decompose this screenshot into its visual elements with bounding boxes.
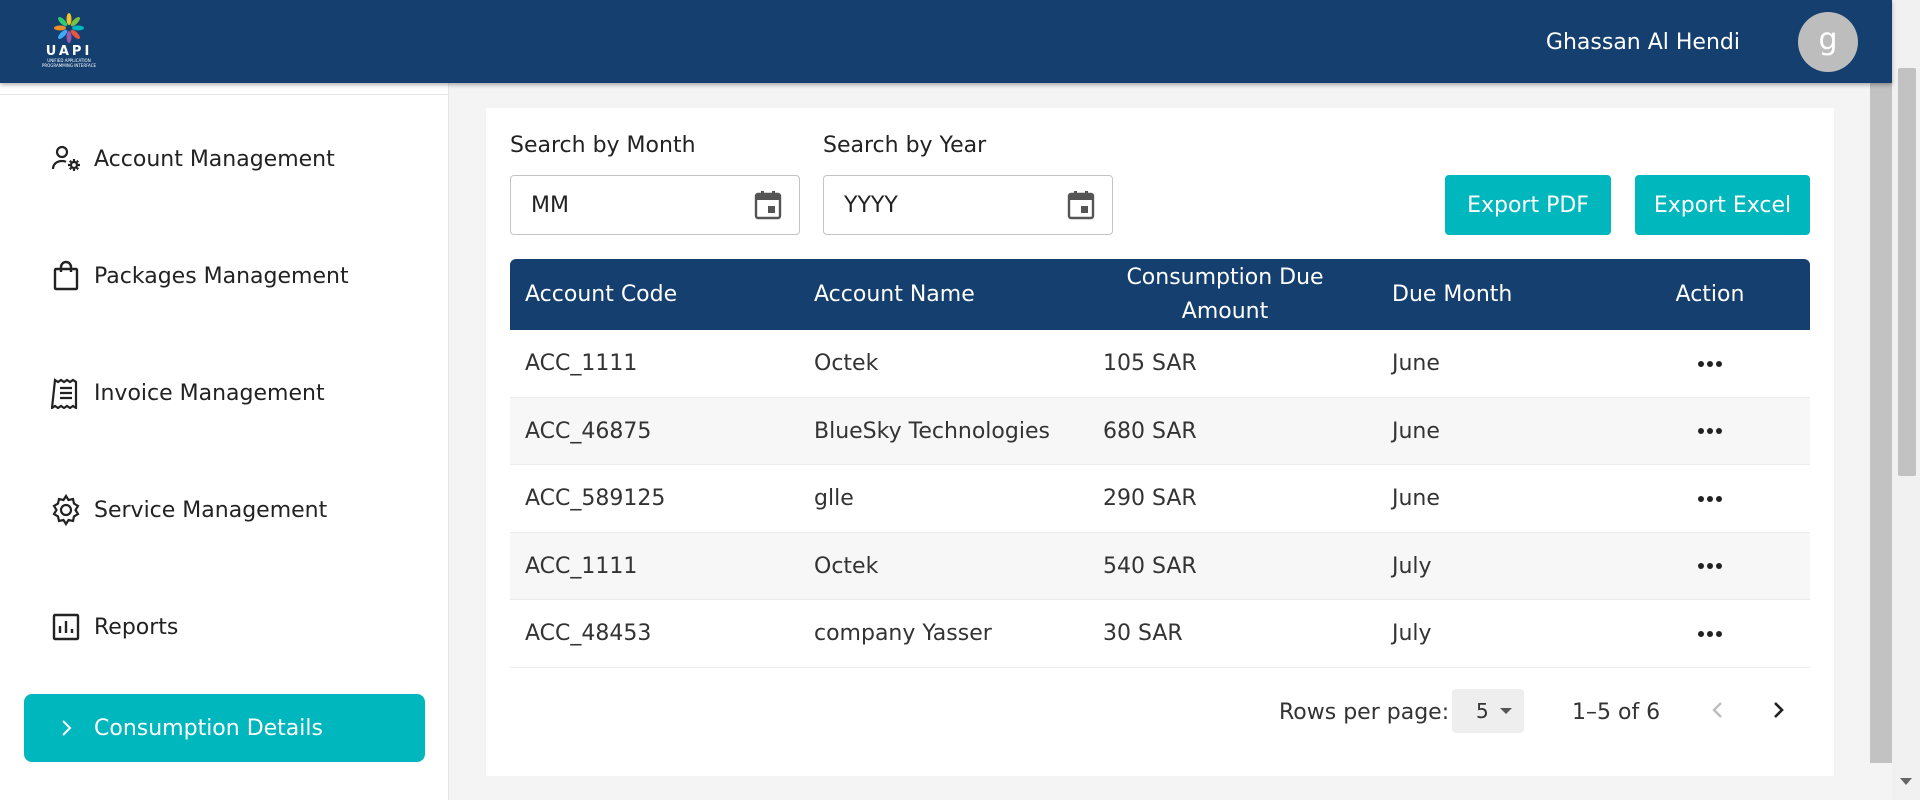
sidebar-item-label: Service Management xyxy=(94,497,328,523)
more-horizontal-icon[interactable] xyxy=(1698,428,1722,435)
shopping-bag-icon xyxy=(49,259,83,293)
table-row[interactable]: ACC_589125 glle 290 SAR June xyxy=(510,465,1810,533)
gear-icon xyxy=(49,493,83,527)
chevron-right-icon xyxy=(49,711,83,745)
sidebar-item-consumption-details[interactable]: Consumption Details xyxy=(24,694,425,762)
consumption-table: Account Code Account Name Consumption Du… xyxy=(510,259,1810,668)
export-excel-button[interactable]: Export Excel xyxy=(1635,175,1810,235)
column-header-due-month[interactable]: Due Month xyxy=(1392,259,1512,330)
bar-chart-icon xyxy=(49,610,83,644)
app-header: UAPI UNIFIED APPLICATION PROGRAMMING INT… xyxy=(0,0,1892,83)
column-header-action: Action xyxy=(1675,281,1745,307)
sidebar-item-packages-management[interactable]: Packages Management xyxy=(24,242,425,310)
table-row[interactable]: ACC_1111 Octek 105 SAR June xyxy=(510,330,1810,398)
cell-account-code: ACC_589125 xyxy=(525,486,666,512)
cell-due-month: June xyxy=(1392,351,1440,376)
rows-per-page-select[interactable]: 5 xyxy=(1452,689,1524,733)
cell-due-month: July xyxy=(1392,553,1432,579)
month-filter-label: Search by Month xyxy=(510,133,696,158)
row-actions-button[interactable] xyxy=(1680,600,1740,667)
cell-amount: 540 SAR xyxy=(1103,553,1197,579)
logo-tagline: UNIFIED APPLICATION PROGRAMMING INTERFAC… xyxy=(41,58,97,68)
month-input[interactable]: MM xyxy=(510,175,800,235)
cell-account-name: BlueSky Technologies xyxy=(814,418,1050,444)
cell-amount: 30 SAR xyxy=(1103,621,1183,647)
more-horizontal-icon[interactable] xyxy=(1698,563,1722,570)
sidebar-item-label: Consumption Details xyxy=(94,715,323,741)
user-gear-icon xyxy=(49,142,83,176)
cell-due-month: June xyxy=(1392,486,1440,512)
cell-amount: 290 SAR xyxy=(1103,486,1197,512)
cell-account-name: Octek xyxy=(814,351,879,376)
table-row[interactable]: ACC_48453 company Yasser 30 SAR July xyxy=(510,600,1810,668)
caret-down-icon xyxy=(1500,708,1512,714)
scroll-down-arrow-icon[interactable] xyxy=(1900,778,1912,785)
year-placeholder: YYYY xyxy=(844,193,898,218)
table-row[interactable]: ACC_46875 BlueSky Technologies 680 SAR J… xyxy=(510,397,1810,466)
pagination-range: 1–5 of 6 xyxy=(1572,700,1661,725)
cell-account-name: company Yasser xyxy=(814,621,992,647)
cell-amount: 680 SAR xyxy=(1103,418,1197,444)
column-header-consumption-amount[interactable]: Consumption Due Amount xyxy=(1110,259,1340,330)
next-page-icon[interactable] xyxy=(1764,696,1792,724)
sidebar-item-account-management[interactable]: Account Management xyxy=(24,125,425,193)
cell-account-code: ACC_1111 xyxy=(525,351,638,376)
user-name[interactable]: Ghassan Al Hendi xyxy=(1546,30,1740,55)
sidebar-item-label: Reports xyxy=(94,614,179,640)
sidebar-item-label: Packages Management xyxy=(94,263,349,289)
content-scrollbar[interactable] xyxy=(1870,83,1892,763)
row-actions-button[interactable] xyxy=(1680,330,1740,397)
rows-per-page-label: Rows per page: xyxy=(1279,700,1450,725)
cell-account-code: ACC_48453 xyxy=(525,621,652,647)
column-header-account-name[interactable]: Account Name xyxy=(814,259,975,330)
sidebar-item-service-management[interactable]: Service Management xyxy=(24,476,425,544)
month-placeholder: MM xyxy=(531,193,569,218)
cell-account-code: ACC_1111 xyxy=(525,553,638,579)
sidebar-item-label: Invoice Management xyxy=(94,380,325,406)
year-input[interactable]: YYYY xyxy=(823,175,1113,235)
calendar-icon[interactable] xyxy=(753,189,783,225)
logo-wordmark: UAPI xyxy=(45,44,93,59)
previous-page-icon[interactable] xyxy=(1704,696,1732,724)
more-horizontal-icon[interactable] xyxy=(1698,495,1722,502)
year-filter-label: Search by Year xyxy=(823,133,987,158)
cell-account-code: ACC_46875 xyxy=(525,418,652,444)
sidebar: Account Management Packages Management I… xyxy=(0,83,449,800)
sidebar-item-reports[interactable]: Reports xyxy=(24,593,425,661)
cell-due-month: July xyxy=(1392,621,1432,647)
table-header: Account Code Account Name Consumption Du… xyxy=(510,259,1810,330)
receipt-icon xyxy=(49,376,83,410)
sidebar-item-invoice-management[interactable]: Invoice Management xyxy=(24,359,425,427)
export-pdf-button[interactable]: Export PDF xyxy=(1445,175,1611,235)
sidebar-divider xyxy=(0,94,449,95)
avatar[interactable]: g xyxy=(1798,12,1858,72)
calendar-icon[interactable] xyxy=(1066,189,1096,225)
column-header-account-code[interactable]: Account Code xyxy=(525,259,677,330)
table-body: ACC_1111 Octek 105 SAR June ACC_46875 Bl… xyxy=(510,330,1810,668)
cell-amount: 105 SAR xyxy=(1103,351,1197,376)
cell-account-name: glle xyxy=(814,486,854,512)
row-actions-button[interactable] xyxy=(1680,465,1740,532)
page-scrollbar-thumb[interactable] xyxy=(1898,68,1916,476)
rows-per-page-value: 5 xyxy=(1476,699,1489,723)
sidebar-item-label: Account Management xyxy=(94,146,335,172)
row-actions-button[interactable] xyxy=(1680,533,1740,600)
more-horizontal-icon[interactable] xyxy=(1698,630,1722,637)
cell-account-name: Octek xyxy=(814,553,879,579)
cell-due-month: June xyxy=(1392,418,1440,444)
table-row[interactable]: ACC_1111 Octek 540 SAR July xyxy=(510,532,1810,601)
more-horizontal-icon[interactable] xyxy=(1698,360,1722,367)
row-actions-button[interactable] xyxy=(1680,398,1740,465)
